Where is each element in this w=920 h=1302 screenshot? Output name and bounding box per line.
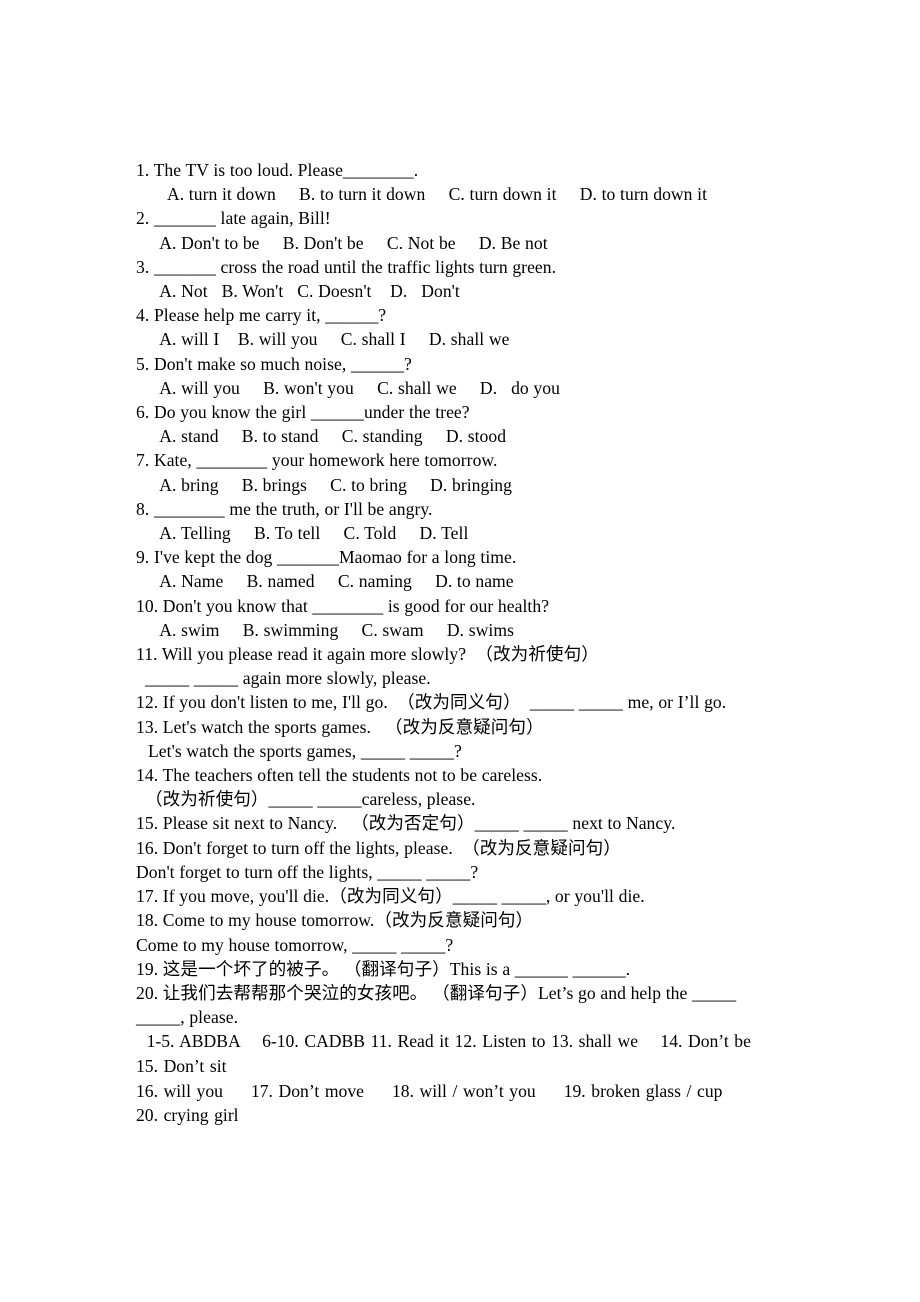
question-stem-20: 20. 让我们去帮帮那个哭泣的女孩吧。 （翻译句子）Let’s go and h… [136, 982, 737, 1003]
question-answer-line-11: _____ _____ again more slowly, please. [145, 668, 431, 689]
question-options-9: A. Name B. named C. naming D. to name [150, 571, 514, 592]
question-options-4: A. will I B. will you C. shall I D. shal… [150, 329, 510, 350]
question-options-3: A. Not B. Won't C. Doesn't D. Don't [150, 281, 460, 302]
answer-key-line-2: 15. Don’t sit [136, 1055, 227, 1076]
question-options-10: A. swim B. swimming C. swam D. swims [150, 619, 514, 640]
answer-key-line-3: 16. will you 17. Don’t move 18. will / w… [136, 1080, 723, 1101]
question-stem-2: 2. _______ late again, Bill! [136, 208, 331, 229]
question-stem-17: 17. If you move, you'll die.（改为同义句）_____… [136, 886, 645, 907]
question-options-1: A. turn it down B. to turn it down C. tu… [153, 184, 708, 205]
question-stem-7: 7. Kate, ________ your homework here tom… [136, 450, 498, 471]
question-stem-12: 12. If you don't listen to me, I'll go. … [136, 692, 727, 713]
question-stem-1: 1. The TV is too loud. Please________. [136, 160, 419, 180]
question-stem-13: 13. Let's watch the sports games. （改为反意疑… [136, 716, 544, 737]
question-answer-line-13: Let's watch the sports games, _____ ____… [148, 740, 462, 761]
question-options-5: A. will you B. won't you C. shall we D. … [150, 377, 560, 398]
question-stem-18: 18. Come to my house tomorrow.（改为反意疑问句） [136, 910, 534, 931]
question-options-6: A. stand B. to stand C. standing D. stoo… [150, 426, 507, 447]
question-stem-16: 16. Don't forget to turn off the lights,… [136, 837, 621, 858]
question-stem-5: 5. Don't make so much noise, ______? [136, 353, 412, 374]
worksheet-content: 1. The TV is too loud. Please________. A… [136, 158, 808, 1128]
question-stem-15: 15. Please sit next to Nancy. （改为否定句）___… [136, 813, 676, 834]
question-stem-6: 6. Do you know the girl ______under the … [136, 402, 470, 423]
answer-key-line-4: 20. crying girl [136, 1105, 239, 1126]
question-stem-8: 8. ________ me the truth, or I'll be ang… [136, 498, 433, 519]
question-answer-line-14: （改为祈使句）_____ _____careless, please. [145, 789, 476, 810]
question-stem-14: 14. The teachers often tell the students… [136, 765, 543, 786]
question-stem-10: 10. Don't you know that ________ is good… [136, 595, 550, 616]
question-options-7: A. bring B. brings C. to bring D. bringi… [150, 474, 513, 495]
question-options-8: A. Telling B. To tell C. Told D. Tell [150, 523, 469, 544]
question-stem-4: 4. Please help me carry it, ______? [136, 305, 387, 326]
question-answer-line-18: Come to my house tomorrow, _____ _____? [136, 934, 454, 955]
question-stem-19: 19. 这是一个坏了的被子。 （翻译句子）This is a ______ __… [136, 958, 631, 979]
question-answer-line-20: _____, please. [136, 1007, 239, 1028]
question-answer-line-16: Don't forget to turn off the lights, ___… [136, 861, 479, 882]
question-stem-3: 3. _______ cross the road until the traf… [136, 256, 557, 277]
question-stem-9: 9. I've kept the dog _______Maomao for a… [136, 547, 517, 568]
question-stem-11: 11. Will you please read it again more s… [136, 644, 599, 665]
answer-key-line-1: 1-5. ABDBA 6-10. CADBB 11. Read it 12. L… [141, 1031, 751, 1052]
worksheet-page: 1. The TV is too loud. Please________. A… [0, 0, 920, 1302]
question-options-2: A. Don't to be B. Don't be C. Not be D. … [150, 232, 548, 253]
